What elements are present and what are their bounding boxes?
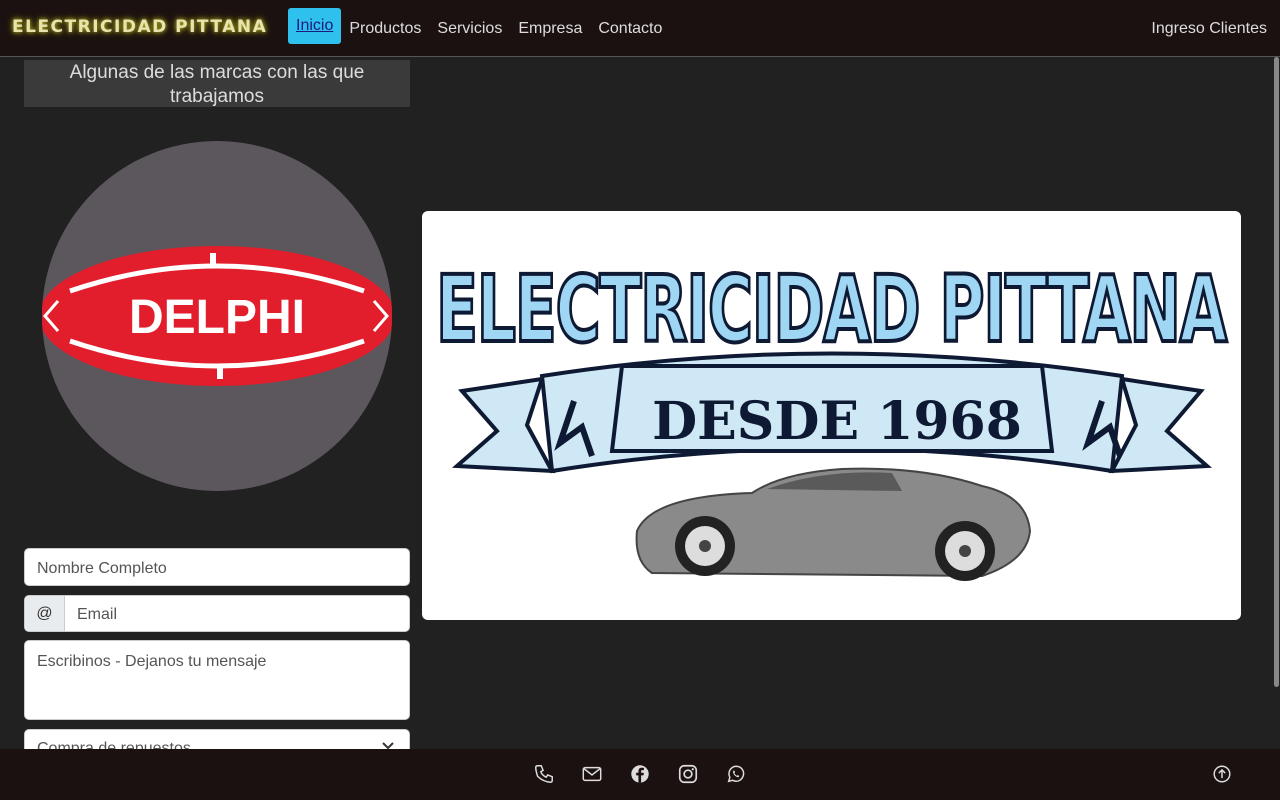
brands-carousel: DELPHI <box>24 107 410 527</box>
email-group: @ Email <box>24 595 410 632</box>
hero-banner-text: DESDE 1968 <box>652 391 1022 452</box>
page-scrollbar[interactable] <box>1274 57 1279 687</box>
hero-logo-image: ELECTRICIDAD PITTANA DESDE 1968 <box>422 211 1241 620</box>
pittana-logo: ELECTRICIDAD PITTANA DESDE 1968 <box>434 254 1231 581</box>
navbar: ELECTRICIDAD PITTANA Inicio Productos Se… <box>0 0 1280 57</box>
nav-productos[interactable]: Productos <box>341 8 429 44</box>
delphi-logo: DELPHI <box>42 246 392 386</box>
hero-title: ELECTRICIDAD PITTANA <box>436 256 1227 363</box>
nav-ingreso-clientes[interactable]: Ingreso Clientes <box>1151 20 1267 38</box>
name-input[interactable]: Nombre Completo <box>24 548 410 586</box>
arrow-up-circle-icon[interactable] <box>1211 763 1233 785</box>
carousel-next-button[interactable] <box>370 299 390 333</box>
chevron-left-icon <box>43 300 60 332</box>
nav-empresa[interactable]: Empresa <box>510 8 590 44</box>
brand-logo-circle: DELPHI <box>42 141 392 491</box>
facebook-icon[interactable] <box>629 763 651 785</box>
nav-inicio[interactable]: Inicio <box>288 8 342 44</box>
whatsapp-icon[interactable] <box>725 763 747 785</box>
nav-contacto[interactable]: Contacto <box>590 8 670 44</box>
brands-title: Algunas de las marcas con las que trabaj… <box>24 60 410 107</box>
brand-logo[interactable]: ELECTRICIDAD PITTANA <box>12 17 267 37</box>
mail-icon[interactable] <box>581 763 603 785</box>
footer <box>0 749 1280 800</box>
nav-servicios[interactable]: Servicios <box>429 8 510 44</box>
email-addon: @ <box>25 596 65 631</box>
carousel-prev-button[interactable] <box>42 299 62 333</box>
instagram-icon[interactable] <box>677 763 699 785</box>
nav-links: Inicio Productos Servicios Empresa Conta… <box>288 8 670 44</box>
message-textarea[interactable]: Escribinos - Dejanos tu mensaje <box>24 640 410 720</box>
chevron-right-icon <box>372 300 389 332</box>
email-input[interactable]: Email <box>65 596 129 631</box>
delphi-text: DELPHI <box>129 291 305 344</box>
phone-icon[interactable] <box>533 763 555 785</box>
